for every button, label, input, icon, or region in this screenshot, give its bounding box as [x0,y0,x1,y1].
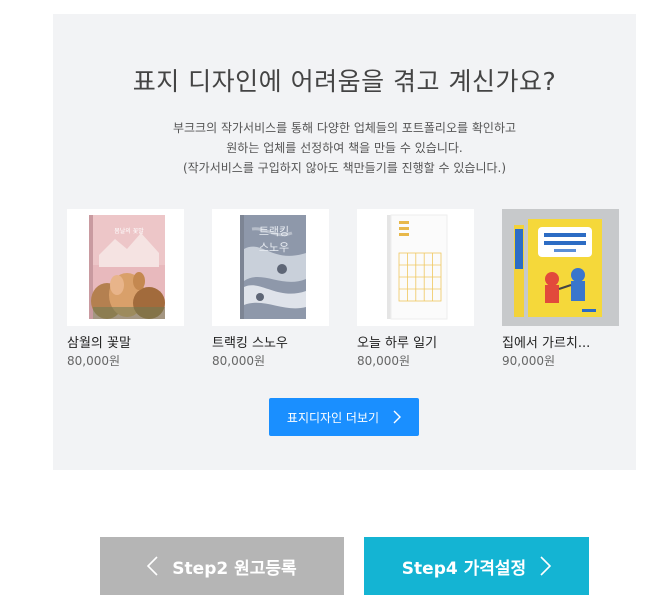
description-line-2: 원하는 업체를 선정하여 책을 만들 수 있습니다. [226,141,463,155]
book-cover-image[interactable] [357,209,474,326]
more-button-label: 표지디자인 더보기 [286,410,380,425]
chevron-right-icon [540,556,552,576]
book-title[interactable]: 삼월의 꽃말 [67,332,184,351]
book-price: 80,000원 [212,354,266,368]
book-cover-image[interactable]: 트랙킹 스노우 [212,209,329,326]
cover-design-panel: 표지 디자인에 어려움을 겪고 계신가요? 부크크의 작가서비스를 통해 다양한… [53,14,636,470]
chevron-left-icon [147,556,158,576]
book-title[interactable]: 집에서 가르치... [502,332,619,351]
book-price: 80,000원 [67,354,121,368]
description-line-3: (작가서비스를 구입하지 않아도 책만들기를 진행할 수 있습니다.) [182,161,507,175]
book-title[interactable]: 트랙킹 스노우 [212,332,329,351]
book-cover-image[interactable]: 봄날의 꽃말 [67,209,184,326]
more-cover-designs-button[interactable]: 표지디자인 더보기 [269,398,419,436]
next-step-label: Step4 가격설정 [401,558,527,579]
book-card[interactable]: 오늘 하루 일기 80,000원 [357,209,474,369]
chevron-right-icon [393,410,402,424]
book-price: 90,000원 [502,354,556,368]
cover-text: 봄날의 꽃말 [114,227,144,235]
next-step-button[interactable]: Step4 가격설정 [364,537,589,595]
book-card[interactable]: 집에서 가르치... 90,000원 [502,209,619,369]
description-line-1: 부크크의 작가서비스를 통해 다양한 업체들의 포트폴리오를 확인하고 [172,121,517,135]
panel-title: 표지 디자인에 어려움을 겪고 계신가요? [132,67,557,96]
book-card[interactable]: 봄날의 꽃말 삼월의 꽃말 80,000원 [67,209,184,369]
prev-step-button[interactable]: Step2 원고등록 [100,537,344,595]
cover-text-2: 스노우 [259,241,289,254]
cover-text-1: 트랙킹 [259,225,289,238]
book-cover-image[interactable] [502,209,619,326]
panel-description: 부크크의 작가서비스를 통해 다양한 업체들의 포트폴리오를 확인하고 원하는 … [53,118,636,178]
book-title[interactable]: 오늘 하루 일기 [357,332,474,351]
book-price: 80,000원 [357,354,411,368]
prev-step-label: Step2 원고등록 [172,558,297,579]
book-card[interactable]: 트랙킹 스노우 트랙킹 스노우 80,000원 [212,209,329,369]
